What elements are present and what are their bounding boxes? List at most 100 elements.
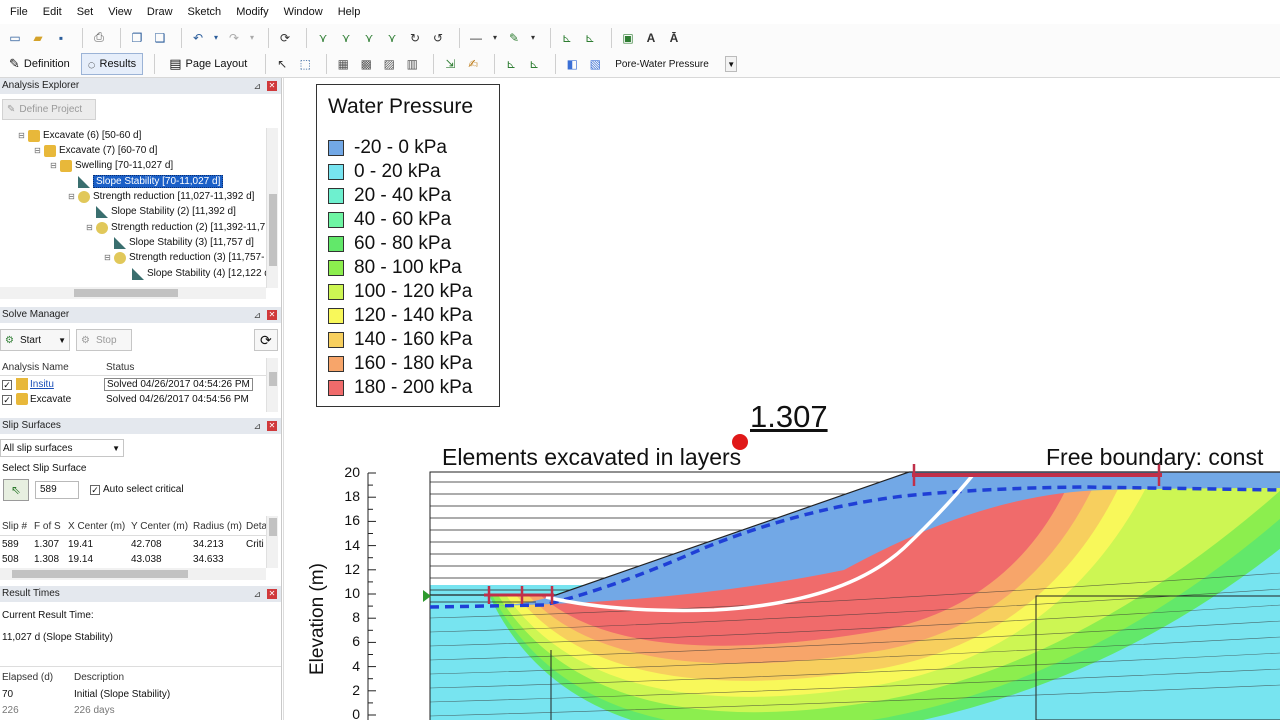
define-project-button[interactable]: ✎ Define Project (2, 99, 96, 120)
contour-icon[interactable]: ◧ (563, 55, 581, 73)
pick-slip-button[interactable]: ⇖ (3, 479, 29, 501)
slip-cell-radius[interactable]: 34.633 (193, 554, 224, 565)
axis-icon[interactable]: ⊾ (558, 29, 576, 47)
line-color-icon[interactable]: ✎ (505, 29, 523, 47)
description-cell[interactable]: 226 days (74, 705, 115, 716)
annotation-boundary[interactable]: Free boundary: const (1046, 444, 1263, 471)
elapsed-cell[interactable]: 226 (2, 705, 19, 716)
refresh-icon[interactable]: ⟳ (276, 29, 294, 47)
select-arrow-icon[interactable]: ↖ (273, 55, 291, 73)
save-icon[interactable]: ▪ (52, 29, 70, 47)
scrollbar-thumb[interactable] (12, 570, 188, 578)
description-cell[interactable]: Initial (Slope Stability) (74, 689, 170, 700)
pore-water-icon[interactable]: ▧ (586, 55, 604, 73)
column-header-description[interactable]: Description (74, 672, 124, 683)
line-style-dropdown-icon[interactable]: ▾ (490, 29, 500, 47)
tree-item[interactable]: ⊟ Excavate (7) [60-70 d] (34, 143, 157, 158)
menu-item-sketch[interactable]: Sketch (188, 6, 222, 18)
slip-surface-icon[interactable]: ⇲ (441, 55, 459, 73)
column-header-elapsed[interactable]: Elapsed (d) (2, 672, 53, 683)
undo-icon[interactable]: ↶ (189, 29, 207, 47)
menu-item-draw[interactable]: Draw (147, 6, 173, 18)
pin-icon[interactable]: ⊿ (253, 586, 261, 602)
slip-cell-x-center[interactable]: 19.14 (68, 554, 93, 565)
rotate-icon[interactable]: ↻ (406, 29, 424, 47)
excavate-checkbox[interactable]: ✓ (2, 395, 12, 405)
menu-item-file[interactable]: File (10, 6, 28, 18)
slip-grid-hscrollbar[interactable] (0, 568, 266, 580)
open-folder-icon[interactable]: ▰ (29, 29, 47, 47)
select-region-icon[interactable]: ⬚ (296, 55, 314, 73)
slip-grid-scrollbar[interactable] (266, 516, 278, 568)
slip-cell-y-center[interactable]: 43.038 (131, 554, 162, 565)
line-style-icon[interactable]: — (467, 29, 485, 47)
column-header-slip-number[interactable]: Slip # (2, 521, 27, 532)
menu-item-set[interactable]: Set (77, 6, 94, 18)
tree-item[interactable]: ⊟ Strength reduction (3) [11,757- (104, 250, 264, 265)
start-button[interactable]: ⚙ Start ▼ (0, 329, 70, 351)
slip-cell-slip-number[interactable]: 589 (2, 539, 19, 550)
tree-item[interactable]: ⊟ Swelling [70-11,027 d] (50, 158, 173, 173)
menu-item-window[interactable]: Window (284, 6, 323, 18)
tree-item[interactable]: ⊟ Excavate (6) [50-60 d] (18, 128, 141, 143)
auto-select-checkbox[interactable]: ✓ (90, 485, 100, 495)
slip-cell-factor-of-safety[interactable]: 1.308 (34, 554, 59, 565)
tree-toggle-icon[interactable]: ⊟ (34, 146, 44, 155)
tree-toggle-icon[interactable]: ⊟ (86, 223, 96, 232)
paste-icon[interactable]: ❑ (151, 29, 169, 47)
analysis-tree-hscrollbar[interactable] (0, 287, 266, 299)
slip-cell-details[interactable]: Criti (246, 539, 264, 550)
pin-icon[interactable]: ⊿ (253, 307, 261, 323)
solve-grid-scrollbar[interactable] (266, 358, 278, 412)
tree-item[interactable]: ⊟ Strength reduction (2) [11,392-11,7 (86, 220, 265, 235)
result-type-select[interactable]: Pore-Water Pressure ▼ (611, 54, 738, 74)
slip-cell-x-center[interactable]: 19.41 (68, 539, 93, 550)
column-header-x-center[interactable]: X Center (m) (68, 521, 125, 532)
analysis-tree-scrollbar[interactable] (266, 128, 278, 288)
menu-item-view[interactable]: View (108, 6, 132, 18)
rotate-back-icon[interactable]: ↺ (429, 29, 447, 47)
slip-cell-factor-of-safety[interactable]: 1.307 (34, 539, 59, 550)
column-header-analysis-name[interactable]: Analysis Name (2, 362, 69, 373)
tree-toggle-icon[interactable]: ⊟ (68, 192, 78, 201)
copy-icon[interactable]: ❐ (128, 29, 146, 47)
scrollbar-thumb[interactable] (269, 518, 277, 536)
column-header-details[interactable]: Deta (246, 521, 267, 532)
text-label-icon[interactable]: Ā (665, 29, 683, 47)
analysis-name-insitu[interactable]: Insitu (30, 379, 54, 390)
tree-toggle-icon[interactable]: ⊟ (18, 131, 28, 140)
tree-toggle-icon[interactable]: ⊟ (50, 161, 60, 170)
view-film-icon[interactable]: ▥ (403, 55, 421, 73)
analysis-name-excavate[interactable]: Excavate (30, 394, 71, 405)
export-image-icon[interactable]: ▣ (619, 29, 637, 47)
scrollbar-thumb[interactable] (269, 194, 277, 266)
redo-dropdown-icon[interactable]: ▾ (248, 29, 256, 47)
undo-dropdown-icon[interactable]: ▾ (212, 29, 220, 47)
refresh-button[interactable]: ⟳ (254, 329, 278, 351)
tree-item[interactable]: Slope Stability (4) [12,122 d (122, 266, 270, 281)
close-icon[interactable]: ✕ (267, 81, 277, 91)
definition-button[interactable]: ✎ Definition (2, 53, 77, 75)
menu-item-edit[interactable]: Edit (43, 6, 62, 18)
tree-item[interactable]: ⊟ Strength reduction [11,027-11,392 d] (68, 189, 254, 204)
slip-cell-y-center[interactable]: 42.708 (131, 539, 162, 550)
close-icon[interactable]: ✕ (267, 310, 277, 320)
slip-draw-icon[interactable]: ✍ (464, 55, 482, 73)
close-icon[interactable]: ✕ (267, 421, 277, 431)
tree-item[interactable]: Slope Stability (3) [11,757 d] (104, 235, 254, 250)
page-layout-button[interactable]: ▤ Page Layout (162, 53, 254, 75)
draw-radius-icon[interactable]: ⋎ (383, 29, 401, 47)
view-draw-icon[interactable]: ▦ (334, 55, 352, 73)
slip-cell-radius[interactable]: 34.213 (193, 539, 224, 550)
pin-icon[interactable]: ⊿ (253, 78, 261, 94)
scrollbar-thumb[interactable] (269, 372, 277, 386)
view-graph-icon[interactable]: ▨ (380, 55, 398, 73)
redo-icon[interactable]: ↷ (225, 29, 243, 47)
scrollbar-thumb[interactable] (74, 289, 178, 297)
draw-slip-tool-icon[interactable]: ⋎ (314, 29, 332, 47)
axis-ruler-2-icon[interactable]: ⊾ (525, 55, 543, 73)
column-header-y-center[interactable]: Y Center (m) (131, 521, 188, 532)
print-icon[interactable]: ⎙ (90, 29, 108, 47)
draw-entry-exit-icon[interactable]: ⋎ (337, 29, 355, 47)
chevron-down-icon[interactable]: ▼ (58, 336, 66, 345)
